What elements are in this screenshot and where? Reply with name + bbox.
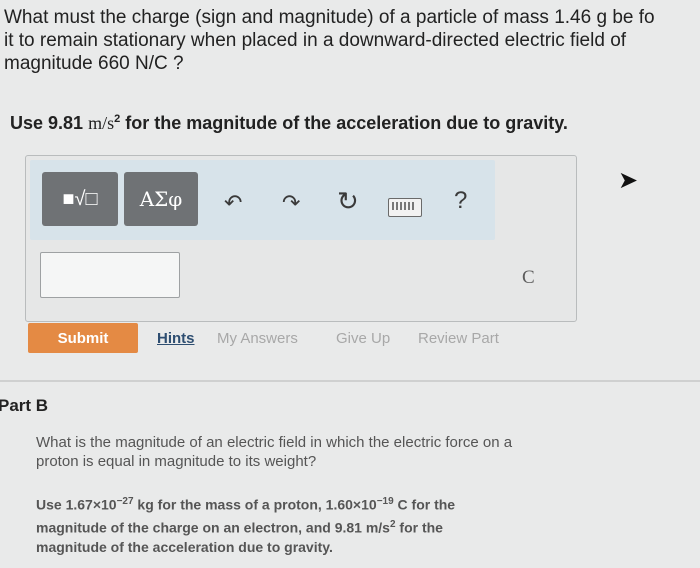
gravity-instruction: Use 9.81 m/s2 for the magnitude of the a… [10,113,568,134]
templates-icon: ■√□ [62,187,98,210]
part-b-question-line-1: What is the magnitude of an electric fie… [36,434,513,451]
mouse-cursor-icon: ➤ [618,167,639,194]
part-b-title: Part B [0,396,49,415]
keyboard-icon[interactable] [388,198,422,217]
undo-icon[interactable]: ↶ [224,190,242,216]
part-b-instruction-line-2: magnitude of the charge on an electron, … [36,515,656,538]
reset-icon[interactable]: ↻ [337,186,359,217]
question-text: What must the charge (sign and magnitude… [4,6,700,75]
pb-use-1b: kg for the mass of a proton, 1.60×10 [133,496,377,513]
pb-use-2b: for the [395,519,443,536]
part-b-question: What is the magnitude of an electric fie… [36,433,636,471]
answer-input[interactable] [40,252,180,298]
pb-use-1-exp2: −19 [376,496,394,507]
greek-symbols-button[interactable]: ΑΣφ [124,172,198,226]
instruction-unit: m/s [88,113,115,133]
question-line-3: magnitude 660 N/C ? [4,53,184,74]
pb-use-1c: C for the [393,496,456,513]
part-b-instruction: Use 1.67×10−27 kg for the mass of a prot… [36,492,656,557]
my-answers-link[interactable]: My Answers [217,330,298,347]
redo-icon[interactable]: ↷ [282,190,300,216]
templates-button[interactable]: ■√□ [42,172,118,226]
part-b-question-line-2: proton is equal in magnitude to its weig… [36,453,317,470]
help-icon[interactable]: ? [454,187,467,215]
review-part-link[interactable]: Review Part [418,330,499,347]
greek-symbols-label: ΑΣφ [139,187,183,211]
pb-use-1a: Use 1.67×10 [36,496,117,513]
part-b-instruction-line-3: magnitude of the acceleration due to gra… [36,539,333,556]
pb-use-2a: magnitude of the charge on an electron, … [36,519,390,536]
section-divider [0,380,700,382]
submit-button[interactable]: Submit [28,323,138,353]
part-b-instruction-line-1: Use 1.67×10−27 kg for the mass of a prot… [36,492,656,515]
question-line-1: What must the charge (sign and magnitude… [4,7,655,28]
question-line-2: it to remain stationary when placed in a… [4,30,627,51]
instruction-suffix: for the magnitude of the acceleration du… [120,113,568,133]
hints-link[interactable]: Hints [157,330,195,347]
instruction-prefix: Use 9.81 [10,113,89,133]
answer-unit: C [522,267,535,288]
pb-use-1-exp1: −27 [116,496,134,507]
give-up-link[interactable]: Give Up [336,330,390,347]
